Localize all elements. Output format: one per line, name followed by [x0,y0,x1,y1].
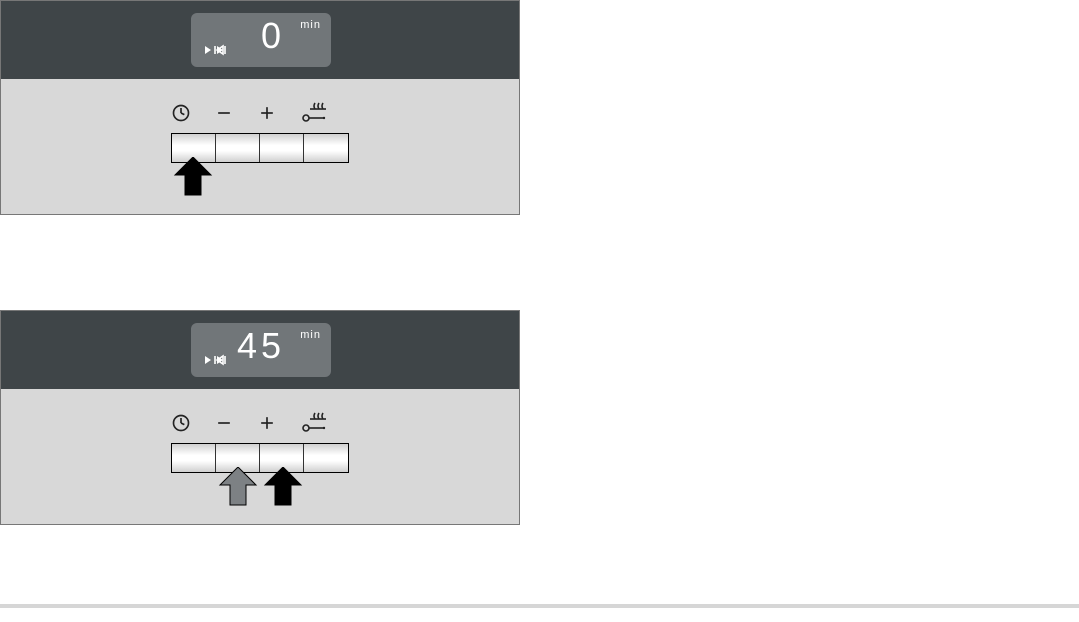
plus-icon [257,103,277,128]
lcd-unit: min [300,19,321,31]
clock-icon [171,103,191,128]
display-strip: 45 min [1,311,519,389]
lcd-unit: min [300,329,321,341]
button-labels-row [171,411,328,440]
plus-button[interactable] [260,134,304,162]
heat-key-button[interactable] [304,134,348,162]
controls-area [1,389,519,524]
button-labels-row [171,101,328,130]
display-strip: 0 min [1,1,519,79]
lcd-value: 0 [261,15,285,57]
press-arrow-icon [218,467,258,507]
play-end-icon [205,43,231,61]
appliance-panel: 45 min [0,310,520,525]
lcd-display: 0 min [191,13,331,67]
minus-icon [214,413,234,438]
footer-divider [0,604,1079,608]
lcd-display: 45 min [191,323,331,377]
clock-icon [171,413,191,438]
controls-area [1,79,519,214]
appliance-panel: 0 min [0,0,520,215]
heat-key-button[interactable] [304,444,348,472]
play-end-icon [205,353,231,371]
lcd-value: 45 [237,325,285,367]
button-row [171,443,349,473]
heat-key-icon [300,101,328,130]
press-arrow-icon [173,157,213,197]
heat-key-icon [300,411,328,440]
press-arrow-icon [263,467,303,507]
minus-icon [214,103,234,128]
plus-icon [257,413,277,438]
clock-button[interactable] [172,444,216,472]
minus-button[interactable] [216,134,260,162]
